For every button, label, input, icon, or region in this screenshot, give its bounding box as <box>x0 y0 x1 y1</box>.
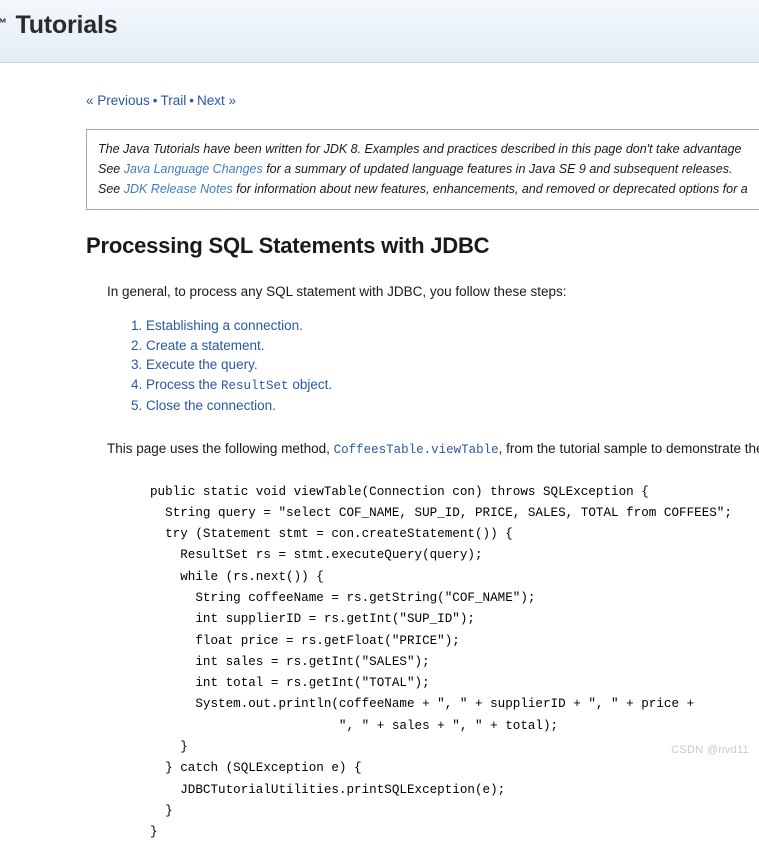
sidebar-item-4[interactable]: es <box>0 242 84 263</box>
step-1-link[interactable]: Establishing a connection. <box>146 318 303 333</box>
nav-separator-2: • <box>189 93 195 108</box>
list-item[interactable]: Create a statement. <box>146 336 759 356</box>
notice-line-2: See Java Language Changes for a summary … <box>98 159 759 179</box>
sidebar-item-18[interactable]: ed Type <box>0 767 84 788</box>
sidebar-heading-1: L <box>0 116 84 137</box>
notice-line-3: See JDK Release Notes for information ab… <box>98 179 759 199</box>
method-paragraph: This page uses the following method, Cof… <box>107 439 759 460</box>
sidebar-item-current[interactable]: ues from <box>0 284 84 305</box>
steps-list[interactable]: Establishing a connection. Create a stat… <box>107 316 759 416</box>
sidebar-nav[interactable]: L ith JDBC h bjects xceptions es ues fro… <box>0 116 84 788</box>
main-content: « Previous • Trail • Next » The Java Tutoria… <box>86 92 759 844</box>
sidebar-item-7[interactable]: Set <box>0 389 84 410</box>
sidebar-heading-2: ith JDBC <box>0 137 84 158</box>
sidebar-item-1[interactable]: h <box>0 179 84 200</box>
nav-separator-1: • <box>152 93 158 108</box>
site-brand: ™ Tutorials <box>0 11 118 40</box>
csdn-watermark: CSDN @nvd11 <box>671 744 749 756</box>
sidebar-item-12[interactable]: d Data <box>0 599 84 620</box>
sidebar-item-6[interactable]: Objects <box>0 368 84 389</box>
sidebar-item-3[interactable]: xceptions <box>0 221 84 242</box>
list-item[interactable]: Process the ResultSet object. <box>146 375 759 397</box>
sidebar-item-8[interactable]: tObjects <box>0 452 84 473</box>
step-5-link[interactable]: Close the connection. <box>146 398 276 413</box>
trademark-symbol: ™ <box>0 15 8 31</box>
sidebar-item-11[interactable]: Set <box>0 557 84 578</box>
notice-line-2-prefix: See <box>98 162 124 176</box>
sidebar-item-17[interactable]: d Objects <box>0 746 84 767</box>
resultset-code: ResultSet <box>221 378 289 393</box>
step-2-link[interactable]: Create a statement. <box>146 338 265 353</box>
notice-line-1: The Java Tutorials have been written for… <box>98 142 742 156</box>
method-para-suffix: , from the tutorial sample to demonstrat… <box>498 440 759 456</box>
sidebar-item-5[interactable]: ons <box>0 347 84 368</box>
list-item[interactable]: Execute the query. <box>146 355 759 375</box>
next-link[interactable]: Next » <box>197 93 236 108</box>
list-item[interactable]: Close the connection. <box>146 396 759 416</box>
coffeestable-viewtable-code: CoffeesTable.viewTable <box>333 442 499 457</box>
sidebar-item-10[interactable]: owSet <box>0 515 84 536</box>
notice-line-3-suffix: for information about new features, enha… <box>232 182 748 196</box>
page-title: Tutorials <box>15 11 118 39</box>
java-code-sample: public static void viewTable(Connection … <box>107 481 759 844</box>
method-para-prefix: This page uses the following method, <box>107 440 334 456</box>
sidebar-item-16[interactable]: T Data <box>0 704 84 725</box>
step-4-suffix: object. <box>288 376 333 392</box>
jdk-release-notes-link[interactable]: JDK Release Notes <box>124 182 233 196</box>
java-language-changes-link[interactable]: Java Language Changes <box>124 162 263 176</box>
breadcrumb[interactable]: « Previous • Trail • Next » <box>86 92 759 110</box>
intro-paragraph: In general, to process any SQL statement… <box>107 284 567 299</box>
site-header: ™ Tutorials <box>0 0 759 63</box>
sidebar-item-14[interactable]: Objects <box>0 662 84 683</box>
sidebar-item-2[interactable]: bjects <box>0 200 84 221</box>
article-body: In general, to process any SQL statement… <box>107 282 759 844</box>
sidebar-item-15[interactable]: jects <box>0 683 84 704</box>
notice-line-2-suffix: for a summary of updated language featur… <box>262 162 733 176</box>
list-item[interactable]: Establishing a connection. <box>146 316 759 336</box>
step-4-link[interactable]: Process the ResultSet object. <box>146 376 333 393</box>
sidebar-item-9[interactable]: Set <box>0 473 84 494</box>
step-4-prefix: Process the <box>146 376 222 392</box>
step-3-link[interactable]: Execute the query. <box>146 357 258 372</box>
notice-line-3-prefix: See <box>98 182 124 196</box>
sidebar-item-13[interactable]: jects <box>0 641 84 662</box>
jdk-version-notice: The Java Tutorials have been written for… <box>86 129 759 210</box>
article-title: Processing SQL Statements with JDBC <box>86 233 490 258</box>
trail-link[interactable]: Trail <box>161 93 187 108</box>
previous-link[interactable]: « Previous <box>86 93 150 108</box>
